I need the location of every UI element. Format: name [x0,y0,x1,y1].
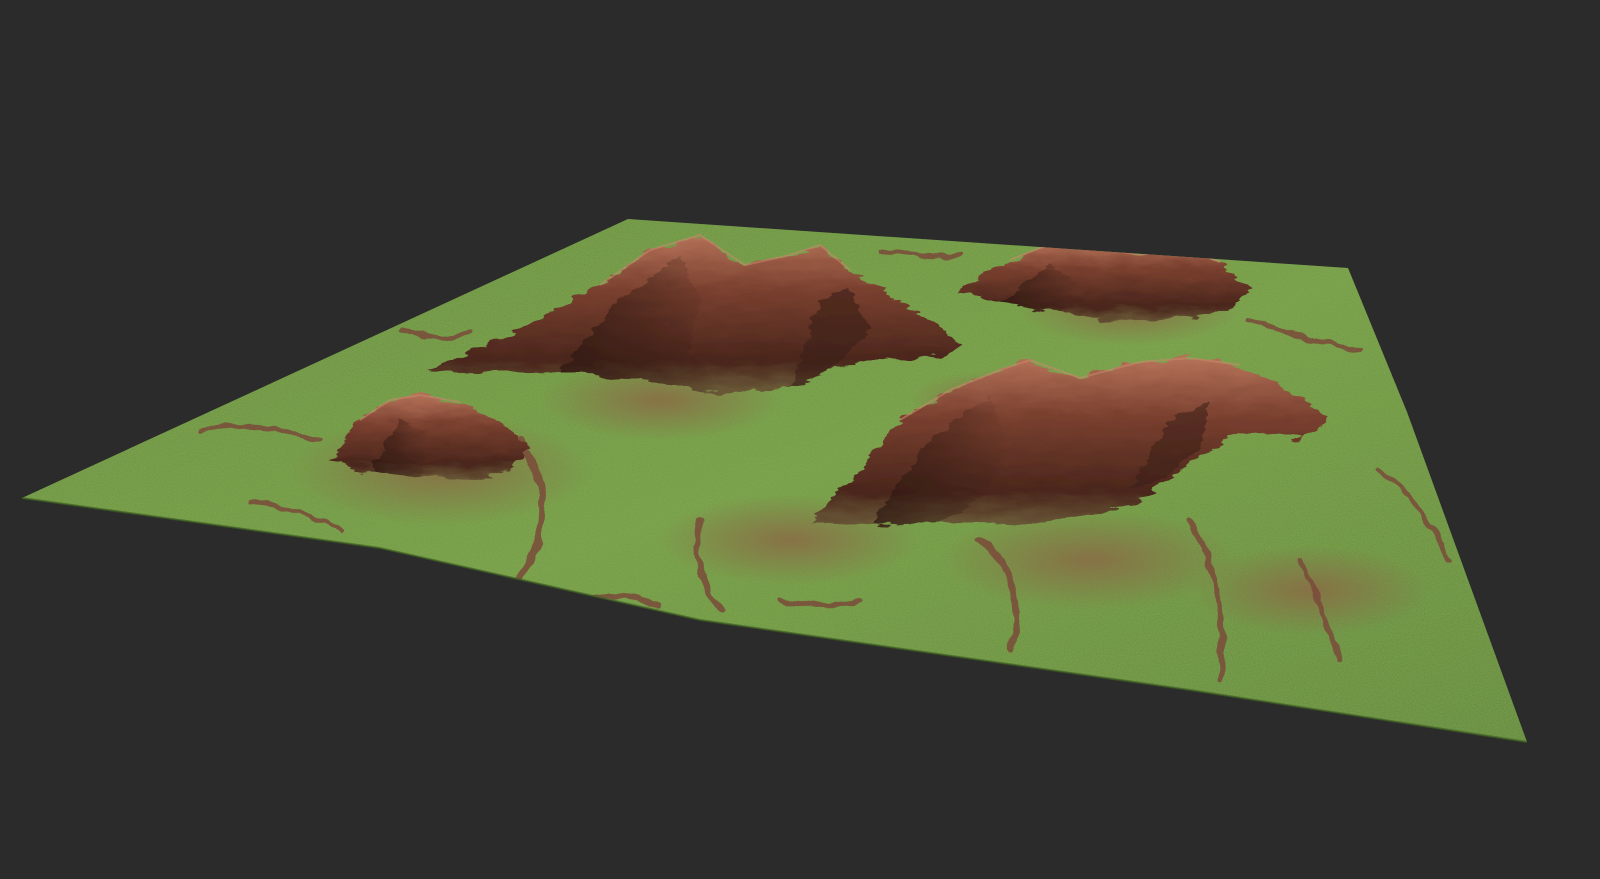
terrain-render [21,219,1528,743]
render-viewport [0,0,1600,879]
